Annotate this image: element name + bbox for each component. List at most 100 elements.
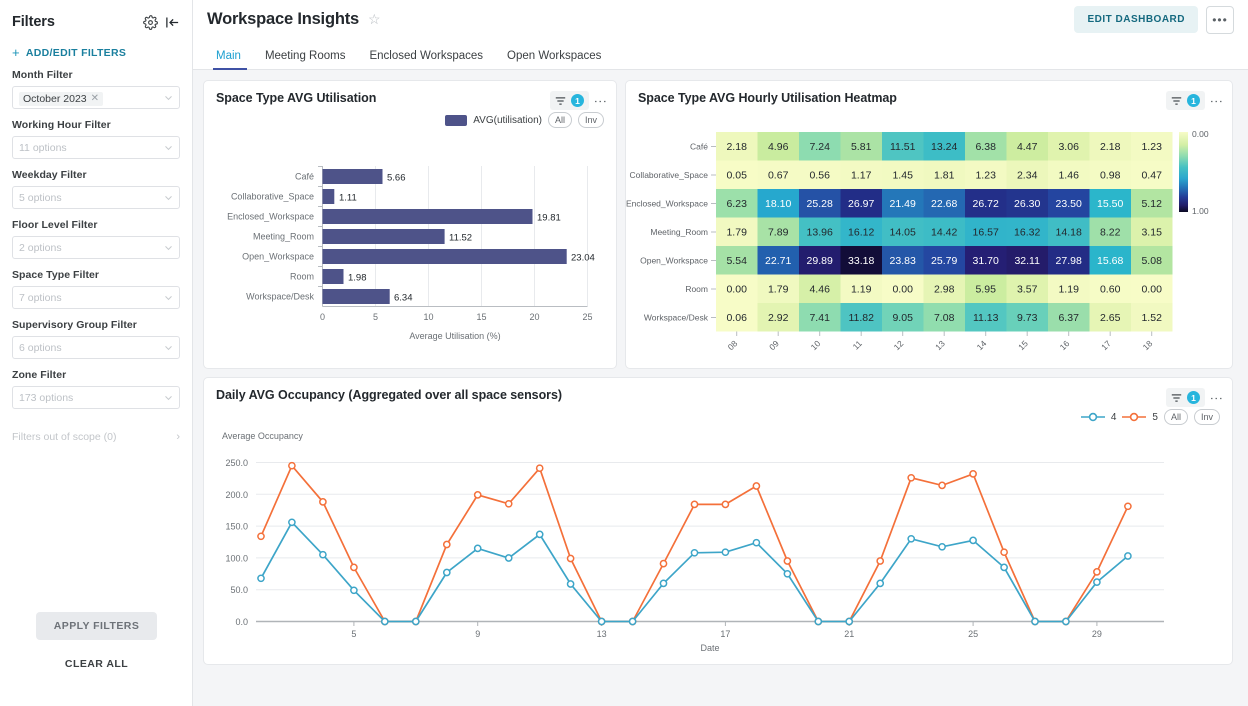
filter-group-supervisory-group: Supervisory Group Filter 6 options	[0, 319, 192, 359]
tab-enclosed-workspaces[interactable]: Enclosed Workspaces	[357, 50, 495, 69]
collapse-panel-icon[interactable]	[160, 12, 180, 32]
panel-filter-button[interactable]: 1	[1166, 91, 1205, 110]
legend-inv-button[interactable]: Inv	[1193, 409, 1220, 425]
line-y-tick-labels: 250.0 200.0 150.0 100.0 50.0 0.0	[225, 458, 248, 627]
svg-text:3.06: 3.06	[1058, 141, 1079, 153]
svg-text:0.06: 0.06	[726, 312, 747, 324]
svg-text:0.56: 0.56	[809, 170, 830, 182]
floor-level-filter-select[interactable]: 2 options	[12, 236, 180, 259]
svg-text:7.08: 7.08	[934, 312, 955, 324]
panel-filter-button[interactable]: 1	[1166, 388, 1205, 407]
chevron-down-icon	[165, 246, 172, 251]
filter-label: Zone Filter	[12, 369, 67, 381]
svg-text:7.41: 7.41	[809, 312, 830, 324]
svg-text:1.17: 1.17	[851, 170, 872, 182]
svg-text:3.15: 3.15	[1141, 227, 1162, 239]
add-edit-filters-button[interactable]: + ADD/EDIT FILTERS	[0, 40, 192, 69]
line-series-4-markers	[257, 518, 1132, 626]
svg-text:11.13: 11.13	[973, 312, 999, 324]
legend-all-button[interactable]: All	[1163, 409, 1188, 425]
weekday-filter-select[interactable]: 5 options	[12, 186, 180, 209]
supervisory-group-filter-select[interactable]: 6 options	[12, 336, 180, 359]
svg-text:25: 25	[968, 629, 978, 639]
filters-sidebar: Filters + ADD/EDIT FILTERS Month Filter …	[0, 0, 193, 706]
svg-text:17: 17	[1099, 338, 1113, 352]
panel-menu-icon[interactable]: ⋮	[1209, 392, 1224, 404]
star-outline-icon[interactable]: ☆	[368, 11, 381, 28]
panel-title: Daily AVG Occupancy (Aggregated over all…	[216, 388, 562, 402]
panel-filter-button[interactable]: 1	[550, 91, 589, 110]
svg-text:1.23: 1.23	[1141, 141, 1162, 153]
month-filter-select[interactable]: October 2023 ✕	[12, 86, 180, 109]
svg-text:2.18: 2.18	[726, 141, 747, 153]
bar-category-labels: Café Collaborative_Space Enclosed_Worksp…	[227, 172, 314, 302]
panel-menu-icon[interactable]: ⋮	[593, 95, 608, 107]
panel-hourly-utilisation-heatmap: Space Type AVG Hourly Utilisation Heatma…	[625, 80, 1233, 369]
clear-all-button[interactable]: CLEAR ALL	[57, 650, 136, 678]
svg-text:16: 16	[1058, 338, 1072, 352]
panel-menu-icon[interactable]: ⋮	[1209, 95, 1224, 107]
svg-text:11.52: 11.52	[449, 233, 472, 244]
svg-text:Room: Room	[685, 284, 708, 294]
tab-main[interactable]: Main	[207, 50, 253, 70]
filter-label: Working Hour Filter	[12, 119, 111, 131]
svg-text:5.81: 5.81	[851, 141, 872, 153]
filter-count-badge: 1	[1187, 94, 1200, 107]
bar	[322, 189, 335, 204]
colorbar-min-label: 0.00	[1192, 129, 1209, 139]
svg-text:11.51: 11.51	[890, 141, 916, 153]
filter-chip[interactable]: October 2023 ✕	[19, 91, 104, 106]
svg-text:3.57: 3.57	[1017, 284, 1038, 296]
svg-text:18.10: 18.10	[765, 198, 791, 210]
space-type-filter-select[interactable]: 7 options	[12, 286, 180, 309]
svg-text:Collaborative_Space: Collaborative_Space	[231, 192, 314, 202]
legend-label: AVG(utilisation)	[473, 114, 542, 126]
svg-text:5.08: 5.08	[1141, 255, 1162, 267]
chevron-down-icon	[165, 196, 172, 201]
top-bar: Workspace Insights ☆ EDIT DASHBOARD •••	[193, 0, 1248, 39]
panel-header: Space Type AVG Hourly Utilisation Heatma…	[626, 81, 1232, 110]
svg-text:15.68: 15.68	[1097, 255, 1123, 267]
filter-label: Space Type Filter	[12, 269, 100, 281]
svg-text:1.98: 1.98	[348, 273, 367, 284]
svg-text:29: 29	[1092, 629, 1102, 639]
svg-text:16.32: 16.32	[1014, 227, 1040, 239]
chevron-down-icon	[165, 396, 172, 401]
dashboard-app: Filters + ADD/EDIT FILTERS Month Filter …	[0, 0, 1248, 706]
working-hour-filter-select[interactable]: 11 options	[12, 136, 180, 159]
overflow-menu-button[interactable]: •••	[1206, 5, 1234, 34]
svg-text:10: 10	[423, 312, 433, 322]
bar-chart-legend: AVG(utilisation) All Inv	[204, 110, 616, 128]
legend-label-series-2: 5	[1152, 411, 1158, 423]
svg-text:10: 10	[809, 338, 823, 352]
svg-text:0.98: 0.98	[1100, 170, 1121, 182]
gear-icon[interactable]	[140, 12, 160, 32]
svg-text:1.23: 1.23	[975, 170, 996, 182]
heatmap-chart: 2.18 4.96 7.24 5.81 11.51 13.24 6.38 4.47 3.06…	[626, 129, 1209, 352]
svg-text:18: 18	[1141, 338, 1155, 352]
legend-all-button[interactable]: All	[547, 112, 572, 128]
filter-label: Weekday Filter	[12, 169, 87, 181]
svg-text:1.45: 1.45	[892, 170, 913, 182]
remove-chip-icon[interactable]: ✕	[91, 93, 99, 104]
chevron-down-icon	[165, 346, 172, 351]
svg-text:150.0: 150.0	[225, 522, 248, 532]
filter-placeholder: 5 options	[19, 191, 62, 204]
legend-inv-button[interactable]: Inv	[577, 112, 604, 128]
zone-filter-select[interactable]: 173 options	[12, 386, 180, 409]
legend-label-series-1: 4	[1110, 411, 1117, 423]
svg-text:26.72: 26.72	[973, 198, 999, 210]
svg-text:14: 14	[975, 338, 989, 352]
filters-out-of-scope-row[interactable]: Filters out of scope (0) ›	[0, 431, 192, 443]
panel-header: Daily AVG Occupancy (Aggregated over all…	[204, 378, 1232, 407]
tab-open-workspaces[interactable]: Open Workspaces	[495, 50, 613, 69]
apply-filters-button[interactable]: APPLY FILTERS	[35, 612, 158, 640]
line-chart: Average Occupancy 250.0 200.0 150.0 100.…	[222, 431, 1164, 653]
svg-text:15: 15	[1016, 338, 1030, 352]
edit-dashboard-button[interactable]: EDIT DASHBOARD	[1074, 6, 1198, 33]
tab-meeting-rooms[interactable]: Meeting Rooms	[253, 50, 358, 69]
svg-text:25: 25	[582, 312, 592, 322]
svg-text:1.79: 1.79	[726, 227, 747, 239]
svg-text:4.96: 4.96	[768, 141, 789, 153]
bar	[322, 249, 567, 264]
